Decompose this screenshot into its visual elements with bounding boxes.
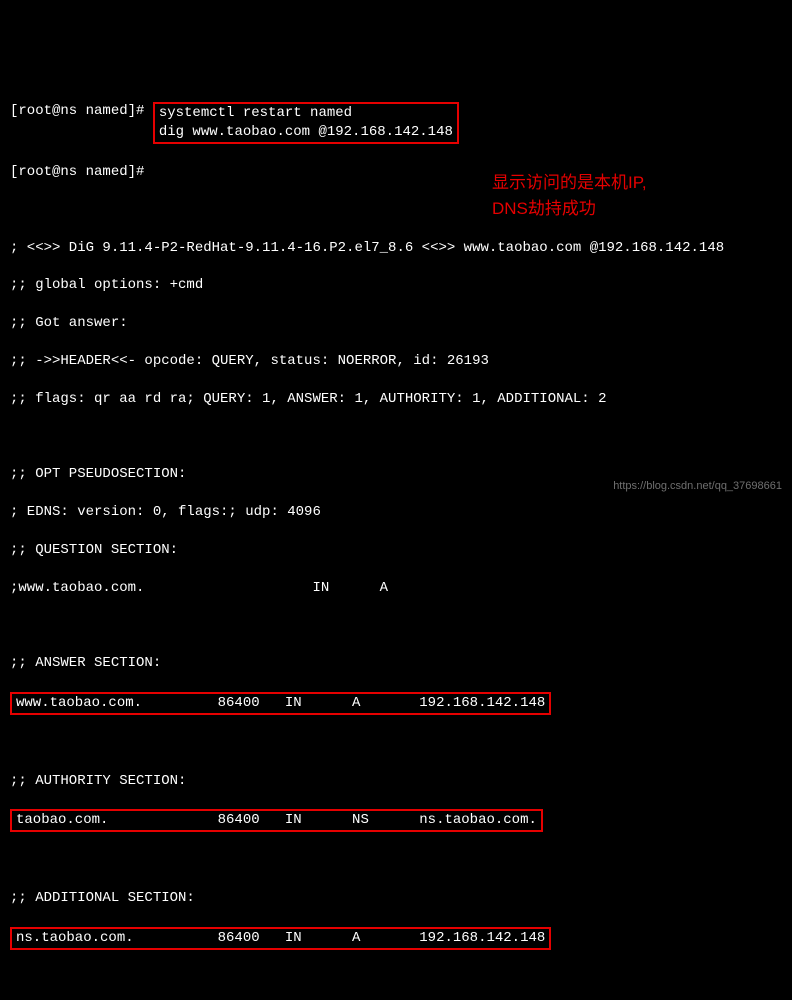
terminal-output: [root@ns named]# systemctl restart named… [10,84,782,1000]
blank-line [10,851,782,870]
blank-line [10,969,782,988]
shell-prompt: [root@ns named]# [10,164,144,180]
dig-question-row: ;www.taobao.com. IN A [10,579,782,598]
dig-authority-header: ;; AUTHORITY SECTION: [10,772,782,791]
dig-additional-header: ;; ADDITIONAL SECTION: [10,889,782,908]
dig-authority-row: taobao.com. 86400 IN NS ns.taobao.com. [10,809,543,832]
annotation-line-2: DNS劫持成功 [492,196,702,222]
blank-line [10,617,782,636]
dig-edns: ; EDNS: version: 0, flags:; udp: 4096 [10,503,782,522]
watermark-text: https://blog.csdn.net/qq_37698661 [613,479,782,494]
blank-line [10,428,782,447]
dig-answer-row: www.taobao.com. 86400 IN A 192.168.142.1… [10,692,551,715]
command-dig: dig www.taobao.com @192.168.142.148 [159,124,453,140]
dig-banner: ; <<>> DiG 9.11.4-P2-RedHat-9.11.4-16.P2… [10,239,782,258]
dig-question-header: ;; QUESTION SECTION: [10,541,782,560]
dig-got-answer: ;; Got answer: [10,314,782,333]
dig-answer-header: ;; ANSWER SECTION: [10,654,782,673]
command-restart: systemctl restart named [159,105,352,121]
dig-flags: ;; flags: qr aa rd ra; QUERY: 1, ANSWER:… [10,390,782,409]
blank-line [10,734,782,753]
annotation-line-1: 显示访问的是本机IP, [492,170,702,196]
dig-header: ;; ->>HEADER<<- opcode: QUERY, status: N… [10,352,782,371]
shell-prompt: [root@ns named]# [10,103,144,119]
annotation-callout: 显示访问的是本机IP, DNS劫持成功 [492,170,702,221]
dig-additional-row: ns.taobao.com. 86400 IN A 192.168.142.14… [10,927,551,950]
dig-global-options: ;; global options: +cmd [10,276,782,295]
